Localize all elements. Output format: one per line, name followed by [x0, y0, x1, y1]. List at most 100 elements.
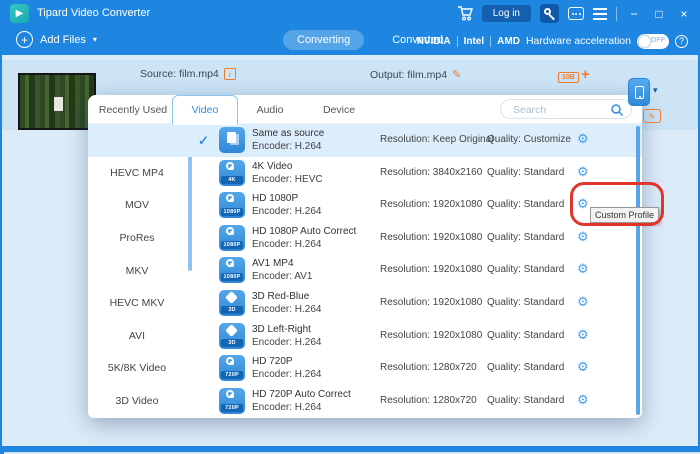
- format-quality: Quality: Standard: [487, 264, 565, 276]
- output-format-button[interactable]: [628, 78, 650, 106]
- brand-intel: Intel: [463, 35, 485, 47]
- format-encoder: Encoder: H.264: [252, 206, 322, 218]
- rename-pencil-icon[interactable]: ✎: [452, 68, 461, 81]
- tab-recently-used[interactable]: Recently Used: [90, 95, 176, 124]
- format-type-icon: 3D: [219, 322, 245, 349]
- format-row[interactable]: 720P HD 720P Auto Correct Encoder: H.264…: [186, 385, 634, 418]
- hardware-acceleration-toggle[interactable]: OFF: [637, 33, 669, 49]
- format-quality: Quality: Standard: [487, 394, 565, 406]
- format-list: ✓ Same as source Encoder: H.264 Resoluti…: [88, 124, 642, 418]
- format-row[interactable]: 3D 3D Red-Blue Encoder: H.264 Resolution…: [186, 287, 634, 320]
- minimize-button[interactable]: −: [626, 7, 642, 21]
- format-title: 3D Left-Right: [252, 323, 311, 335]
- sidebar-item-hevc-mp4[interactable]: HEVC MP4: [88, 157, 186, 190]
- format-title: AV1 MP4: [252, 258, 294, 270]
- list-scrollbar[interactable]: [635, 126, 640, 415]
- format-title: 4K Video: [252, 160, 293, 172]
- tab-video[interactable]: Video: [172, 95, 238, 125]
- quick-edit-icon[interactable]: ✎: [643, 109, 661, 123]
- format-type-icon: 1080P: [219, 192, 245, 219]
- format-row[interactable]: 4K 4K Video Encoder: HEVC Resolution: 38…: [186, 157, 634, 190]
- sidebar-item-avi[interactable]: AVI: [88, 320, 186, 353]
- ten-bit-badge: 10B: [558, 72, 579, 83]
- format-resolution: Resolution: 1920x1080: [380, 329, 483, 341]
- popup-sidebar: MP4HEVC MP4MOVProResMKVHEVC MKVAVI5K/8K …: [88, 124, 186, 418]
- format-resolution: Resolution: 1280x720: [380, 394, 477, 406]
- format-quality: Quality: Standard: [487, 296, 565, 308]
- format-resolution: Resolution: Keep Original: [380, 134, 494, 145]
- source-label: Source: film.mp4: [140, 68, 219, 80]
- chevron-down-icon: ▾: [92, 35, 97, 44]
- hamburger-menu-icon[interactable]: [593, 7, 607, 20]
- format-encoder: Encoder: H.264: [252, 141, 322, 152]
- login-button[interactable]: Log in: [481, 5, 531, 22]
- cart-icon[interactable]: [457, 6, 473, 21]
- add-plus-icon: +: [16, 31, 33, 48]
- settings-gear-icon[interactable]: ⚙: [577, 393, 589, 406]
- selected-check-icon: ✓: [198, 133, 209, 148]
- maximize-button[interactable]: □: [651, 7, 667, 21]
- settings-gear-icon[interactable]: ⚙: [577, 230, 589, 243]
- format-type-icon: 3D: [219, 289, 245, 316]
- format-title: HD 720P Auto Correct: [252, 388, 351, 400]
- format-quality: Quality: Standard: [487, 231, 565, 243]
- main-content: Source: film.mp4 i Output: film.mp4 ✎ 10…: [2, 55, 700, 454]
- search-box: [500, 99, 632, 119]
- format-row[interactable]: 720P HD 720P Encoder: H.264 Resolution: …: [186, 352, 634, 385]
- format-type-icon: 4K: [219, 159, 245, 186]
- format-type-icon: [219, 127, 245, 153]
- settings-gear-icon[interactable]: ⚙: [577, 360, 589, 373]
- output-label: Output: film.mp4: [370, 68, 448, 81]
- format-type-icon: 1080P: [219, 257, 245, 284]
- video-thumbnail: [18, 73, 96, 130]
- format-resolution: Resolution: 3840x2160: [380, 166, 483, 178]
- format-badge: 3D: [221, 338, 243, 347]
- format-badge: 1080P: [221, 208, 243, 217]
- format-caret-icon[interactable]: ▾: [653, 85, 658, 96]
- annotation-red-box: [570, 182, 664, 226]
- format-resolution: Resolution: 1280x720: [380, 362, 477, 374]
- sidebar-item-5k-8k-video[interactable]: 5K/8K Video: [88, 352, 186, 385]
- format-row[interactable]: ✓ Same as source Encoder: H.264 Resoluti…: [88, 124, 642, 157]
- tab-audio[interactable]: Audio: [238, 95, 302, 124]
- format-row[interactable]: 1080P HD 1080P Encoder: H.264 Resolution…: [186, 189, 634, 222]
- format-quality: Quality: Standard: [487, 329, 565, 341]
- titlebar: ▶ Tipard Video Converter Log in − □ ×: [0, 0, 700, 27]
- format-row[interactable]: 1080P HD 1080P Auto Correct Encoder: H.2…: [186, 222, 634, 255]
- sidebar-item-mkv[interactable]: MKV: [88, 254, 186, 287]
- tab-converting[interactable]: Converting: [283, 30, 365, 50]
- tab-device[interactable]: Device: [308, 95, 370, 124]
- format-badge: 720P: [221, 371, 243, 380]
- settings-gear-icon[interactable]: ⚙: [577, 165, 589, 178]
- brand-amd: AMD: [497, 35, 520, 47]
- settings-gear-icon[interactable]: ⚙: [577, 295, 589, 308]
- sidebar-item-prores[interactable]: ProRes: [88, 222, 186, 255]
- sidebar-item-hevc-mkv[interactable]: HEVC MKV: [88, 287, 186, 320]
- settings-gear-icon[interactable]: ⚙: [577, 328, 589, 341]
- toggle-state-label: OFF: [651, 36, 665, 44]
- close-button[interactable]: ×: [676, 7, 692, 21]
- feedback-chat-icon[interactable]: [568, 7, 584, 20]
- format-quality: Quality: Customize: [487, 134, 571, 145]
- brand-nvidia: NVIDIA: [416, 35, 451, 47]
- help-icon[interactable]: ?: [675, 34, 688, 48]
- info-icon[interactable]: i: [223, 68, 236, 80]
- format-row[interactable]: 1080P AV1 MP4 Encoder: AV1 Resolution: 1…: [186, 254, 634, 287]
- format-resolution: Resolution: 1920x1080: [380, 296, 483, 308]
- format-resolution: Resolution: 1920x1080: [380, 264, 483, 276]
- settings-gear-icon[interactable]: ⚙: [577, 262, 589, 275]
- app-window: ▶ Tipard Video Converter Log in − □ × + …: [0, 0, 700, 454]
- sidebar-item-mov[interactable]: MOV: [88, 189, 186, 222]
- register-key-icon[interactable]: [540, 4, 559, 23]
- app-title: Tipard Video Converter: [37, 7, 151, 19]
- format-row[interactable]: 3D 3D Left-Right Encoder: H.264 Resoluti…: [186, 320, 634, 353]
- format-title: Same as source: [252, 128, 325, 139]
- sidebar-item-3d-video[interactable]: 3D Video: [88, 385, 186, 418]
- format-type-icon: 720P: [219, 355, 245, 382]
- format-encoder: Encoder: H.264: [252, 401, 322, 413]
- format-quality: Quality: Standard: [487, 362, 565, 374]
- add-files-button[interactable]: + Add Files ▾: [16, 31, 97, 48]
- settings-gear-icon[interactable]: ⚙: [577, 132, 589, 145]
- hardware-acceleration-label: Hardware acceleration: [525, 35, 631, 47]
- move-arrows-icon[interactable]: +: [581, 66, 590, 83]
